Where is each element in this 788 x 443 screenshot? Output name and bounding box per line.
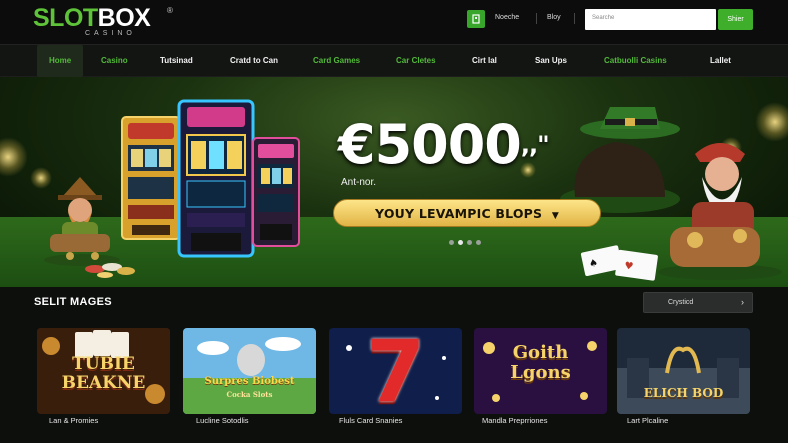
game-thumbnail (183, 328, 316, 414)
nav-item-lallet[interactable]: Lallet (710, 45, 731, 77)
game-art-title: BEAKNE (61, 373, 146, 393)
nav-item-san-ups[interactable]: San Ups (535, 45, 567, 77)
section-title: SELIT MAGES (34, 296, 112, 308)
sort-dropdown[interactable]: Crysticd › (643, 292, 753, 313)
carousel-dot[interactable] (467, 240, 472, 245)
casino-chips-illustration (85, 263, 135, 278)
game-art-title: Cocka Slots (226, 390, 273, 399)
brand-logo[interactable]: SLOTBOX ® CASINO (33, 4, 173, 38)
carousel-dot-active[interactable] (458, 240, 463, 245)
nav-item-card-games[interactable]: Card Games (313, 45, 360, 77)
game-art-title: Surpres Biobest (204, 376, 295, 387)
nav-item-cratd-to-can[interactable]: Cratd to Can (230, 45, 278, 77)
search-button[interactable]: Shier (718, 9, 753, 30)
registered-mark: ® (167, 6, 173, 15)
carousel-dot[interactable] (476, 240, 481, 245)
logo-word-slot: SLOT (33, 4, 98, 32)
header-link-noeche[interactable]: Noeche (495, 14, 519, 21)
nav-item-home[interactable]: Home (37, 45, 84, 77)
header-divider (536, 13, 537, 24)
slot-machine-neon (177, 99, 255, 258)
game-thumbnail (617, 328, 750, 414)
nav-item-car-cletes[interactable]: Car Cletes (396, 45, 436, 77)
game-art-title: ELICH BOD (643, 386, 724, 400)
hero-bonus-amount: €5000,," (338, 113, 550, 176)
caret-down-icon: ▼ (551, 211, 559, 221)
slot-machine-pink (252, 137, 300, 247)
game-card-label[interactable]: Mandla Preprriones (482, 416, 547, 425)
game-card-surpres-biobest[interactable]: Surpres Biobest Cocka Slots (183, 328, 316, 414)
logo-tagline: CASINO (85, 30, 136, 37)
game-art-title: Goith (512, 342, 569, 363)
game-art-title: TUBIE (72, 354, 135, 374)
header-divider (574, 13, 575, 24)
game-card-goith-lgons[interactable]: Goith Lgons (474, 328, 607, 414)
user-icon (472, 14, 480, 24)
game-art-title: Lgons (510, 362, 571, 383)
game-card-label[interactable]: Lucline Sotodlis (196, 416, 249, 425)
game-card-elich-bod[interactable]: ELICH BOD (617, 328, 750, 414)
header-link-bloy[interactable]: Bloy (547, 14, 561, 21)
nav-item-cirt-lal[interactable]: Cirt lal (472, 45, 497, 77)
hero-amount-suffix: ,," (520, 131, 550, 159)
logo-word-box: BOX (97, 4, 151, 32)
lantern-light (0, 137, 28, 177)
site-header: SLOTBOX ® CASINO Noeche Bloy Searche Shi… (0, 0, 788, 44)
game-card-label[interactable]: Fluls Card Snanies (339, 416, 402, 425)
game-art-title: 7 (365, 328, 426, 414)
game-card-label[interactable]: Lart Plcaline (627, 416, 668, 425)
hero-subtitle: Ant-nor. (341, 177, 377, 188)
game-card-seven[interactable]: 7 (329, 328, 462, 414)
chevron-right-icon: › (741, 297, 744, 307)
account-button[interactable] (467, 10, 485, 28)
carousel-dot[interactable] (449, 240, 454, 245)
svg-text:♥: ♥ (624, 261, 634, 273)
hero-cta-label: YOUY LEVAMPIC BLOPS (375, 206, 543, 221)
playing-cards-illustration: ♠ ♥ (580, 245, 658, 281)
game-card-label[interactable]: Lan & Promies (49, 416, 98, 425)
game-card-tubie-beakne[interactable]: TUBIE BEAKNE (37, 328, 170, 414)
main-navigation: Home Casino Tutsinad Cratd to Can Card G… (0, 44, 788, 77)
nav-item-casino[interactable]: Casino (101, 45, 128, 77)
nav-item-tutsinad[interactable]: Tutsinad (160, 45, 193, 77)
hero-cta-button[interactable]: YOUY LEVAMPIC BLOPS ▼ (333, 199, 601, 227)
search-input[interactable]: Searche (585, 9, 716, 30)
nav-item-catbuolli-casins[interactable]: Catbuolli Casins (604, 45, 667, 77)
logo-wordmark: SLOTBOX (33, 4, 151, 32)
search-placeholder: Searche (592, 15, 615, 21)
sort-dropdown-value: Crysticd (668, 299, 694, 306)
hero-banner[interactable]: ♠ ♥ €5000,," Ant-nor. YOUY LEVAMPIC BLOP… (0, 77, 788, 287)
